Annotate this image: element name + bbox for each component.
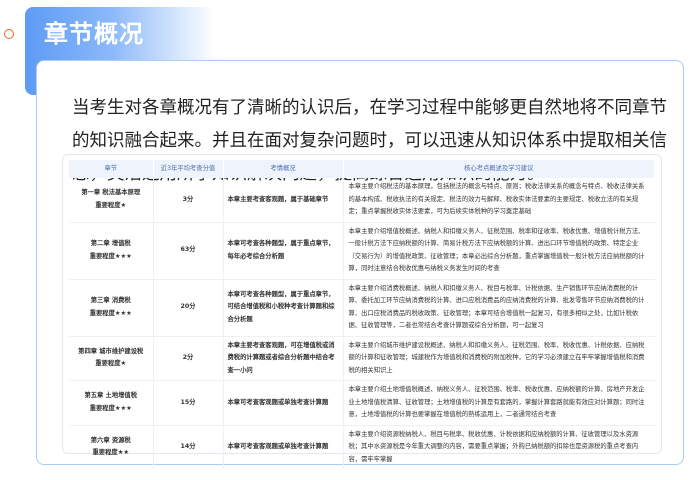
chapter-name: 第三章 消费税 bbox=[90, 297, 131, 304]
section-marker-icon bbox=[4, 29, 14, 39]
importance-rating: 重要程度★ bbox=[95, 360, 127, 368]
chapter-cell: 第四章 城市维护建设税 重要程度★ bbox=[69, 336, 154, 381]
score-cell: 15分 bbox=[153, 380, 224, 426]
chapter-name: 第二章 增值税 bbox=[90, 240, 131, 247]
chapter-cell: 第三章 消费税 重要程度★★★ bbox=[69, 279, 154, 337]
overview-cell: 本章可考查客观题或单独考查计算题 bbox=[223, 425, 344, 469]
header-chapter: 章节 bbox=[69, 160, 154, 178]
section-title: 章节概况 bbox=[44, 20, 144, 48]
header-score: 近3年平均考查分值 bbox=[153, 160, 224, 178]
table-row: 第一章 税法基本原理 重要程度★ 3分 本章主要考查客观题，属于基础章节 本章主要… bbox=[69, 178, 655, 223]
chapter-cell: 第五章 土地增值税 重要程度★★★ bbox=[69, 380, 154, 426]
chapter-name: 第一章 税法基本原理 bbox=[81, 189, 141, 197]
score-cell: 2分 bbox=[153, 336, 224, 381]
importance-rating: 重要程度★ bbox=[95, 201, 127, 209]
importance-rating: 重要程度★★★ bbox=[89, 404, 132, 412]
table-row: 第六章 资源税 重要程度★★ 14分 本章可考查客观题或单独考查计算题 本章主要介… bbox=[69, 425, 655, 469]
header-summary: 核心考点概述及学习建议 bbox=[343, 160, 655, 178]
summary-cell: 本章主要介绍城市维护建设税概述、纳税人和扣缴义务人、征税范围、税率、税收优惠、计… bbox=[343, 336, 655, 381]
summary-cell: 本章主要介绍税法的基本原理，包括税法的概念与特点、原则；税收法律关系的概念与特点… bbox=[343, 178, 655, 223]
chapter-table: 章节 近3年平均考查分值 考情概况 核心考点概述及学习建议 第一章 税法基本原理… bbox=[62, 154, 662, 469]
table-row: 第四章 城市维护建设税 重要程度★ 2分 本章主要考查客观题，可在增值税或消费税的… bbox=[69, 336, 655, 381]
importance-rating: 重要程度★★ bbox=[92, 449, 129, 457]
summary-cell: 本章主要介绍资源税纳税人、税目与税率、税收优惠、计税依据和应纳税额的计算、征收管… bbox=[348, 430, 639, 463]
score-cell: 63分 bbox=[153, 222, 224, 280]
header-overview: 考情概况 bbox=[223, 160, 344, 178]
overview-cell: 本章主要考查客观题，属于基础章节 bbox=[223, 178, 344, 223]
overview-cell: 本章可考查各种题型，属于重点章节，可结合增值税和小税种考查计算题和综合分析题 bbox=[223, 279, 344, 337]
importance-rating: 重要程度★★★ bbox=[89, 252, 132, 260]
table-row: 第五章 土地增值税 重要程度★★★ 15分 本章可考查客观题或单独考查计算题 本章… bbox=[69, 380, 655, 426]
overview-cell: 本章可考查各种题型，属于重点章节，每年必考综合分析题 bbox=[223, 222, 344, 280]
table-row: 第二章 增值税 重要程度★★★ 63分 本章可考查各种题型，属于重点章节，每年必考… bbox=[69, 222, 655, 280]
overview-cell: 本章可考查客观题或单独考查计算题 bbox=[223, 380, 344, 426]
chapter-name: 第六章 资源税 bbox=[90, 436, 131, 444]
chapter-name: 第五章 土地增值税 bbox=[84, 392, 138, 400]
chapter-cell: 第二章 增值税 重要程度★★★ bbox=[69, 222, 154, 280]
chapter-cell: 第六章 资源税 重要程度★★ bbox=[69, 425, 154, 469]
table-row: 第三章 消费税 重要程度★★★ 20分 本章可考查各种题型，属于重点章节，可结合增… bbox=[69, 279, 655, 337]
chapter-cell: 第一章 税法基本原理 重要程度★ bbox=[69, 178, 154, 223]
score-cell: 3分 bbox=[153, 178, 224, 223]
summary-cell: 本章主要介绍增值税概述、纳税人和扣缴义务人、征税范围、税率和征收率、税收优惠、增… bbox=[343, 222, 655, 280]
score-cell: 20分 bbox=[153, 279, 224, 337]
table-header: 章节 近3年平均考查分值 考情概况 核心考点概述及学习建议 bbox=[69, 160, 655, 178]
chapter-name: 第四章 城市维护建设税 bbox=[78, 347, 144, 355]
score-cell: 14分 bbox=[153, 425, 224, 469]
overview-cell: 本章主要考查客观题，可在增值税或消费税的计算题或者综合分析题中结合考查一小问 bbox=[223, 336, 344, 381]
summary-cell: 本章主要介绍土地增值税概述、纳税义务人、征税范围、税率、税收优惠、应纳税额的计算… bbox=[343, 380, 655, 426]
summary-cell: 本章主要介绍消费税概述、纳税人和扣缴义务人、税目与税率、计税依据、生产销售环节应… bbox=[343, 279, 655, 337]
importance-rating: 重要程度★★★ bbox=[89, 309, 132, 317]
